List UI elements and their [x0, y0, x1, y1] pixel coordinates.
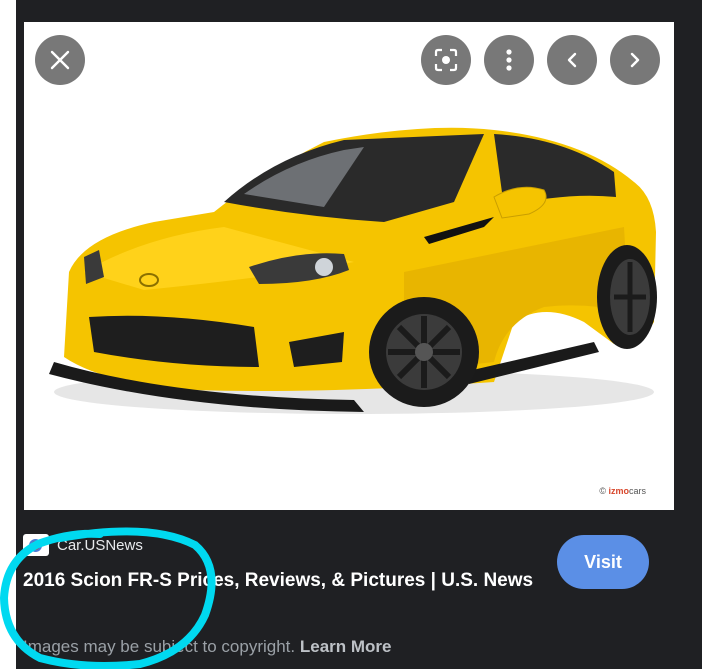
source-link[interactable]: Car.USNews [23, 533, 143, 557]
next-image-button[interactable] [610, 35, 660, 85]
preview-image[interactable]: © izmocars [24, 22, 674, 510]
watermark-suffix: cars [628, 486, 646, 496]
previous-image-button[interactable] [547, 35, 597, 85]
page-edge [0, 0, 16, 669]
car-image [49, 127, 657, 414]
copyright-notice: Images may be subject to copyright. Lear… [23, 637, 392, 657]
chevron-left-icon [567, 52, 577, 68]
image-watermark: © izmocars [599, 486, 646, 496]
close-icon [50, 50, 70, 70]
search-image-button[interactable] [421, 35, 471, 85]
site-favicon-icon [23, 534, 49, 556]
watermark-prefix: izmo [608, 486, 629, 496]
more-vert-icon [506, 49, 512, 71]
more-options-button[interactable] [484, 35, 534, 85]
watermark-symbol: © [599, 486, 606, 496]
result-title[interactable]: 2016 Scion FR-S Prices, Reviews, & Pictu… [23, 566, 543, 596]
copyright-text: Images may be subject to copyright. [23, 637, 296, 656]
close-button[interactable] [35, 35, 85, 85]
learn-more-link[interactable]: Learn More [300, 637, 392, 656]
visit-button[interactable]: Visit [557, 535, 649, 589]
source-name: Car.USNews [57, 536, 143, 554]
chevron-right-icon [630, 52, 640, 68]
lens-icon [434, 48, 458, 72]
